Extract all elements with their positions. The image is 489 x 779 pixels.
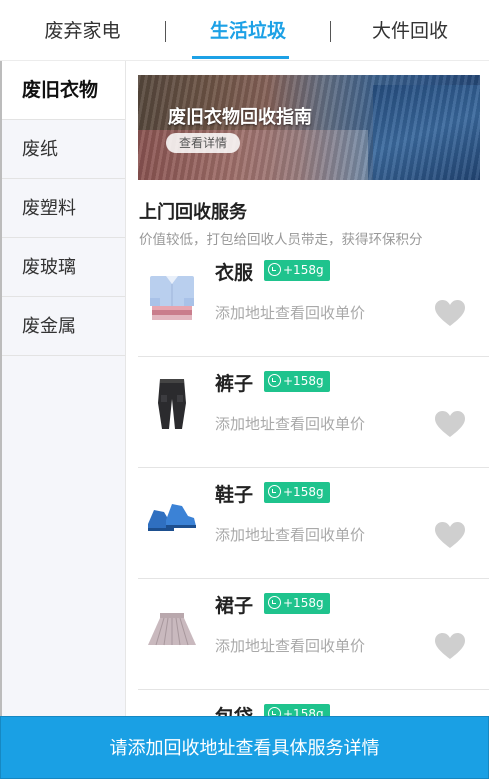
sidebar-item-plastic[interactable]: 废塑料 [0,179,125,238]
item-name: 衣服 [215,262,254,284]
price-hint: 添加地址查看回收单价 [215,415,366,433]
item-name: 鞋子 [215,484,254,506]
category-tabs: 废弃家电 生活垃圾 大件回收 [0,0,489,61]
sidebar: 废旧衣物 废纸 废塑料 废玻璃 废金属 [0,61,126,779]
list-item[interactable]: 裙子 +158g 添加地址查看回收单价 [138,579,489,690]
tab-appliances[interactable]: 废弃家电 [0,0,165,61]
section-title: 上门回收服务 [139,202,247,223]
add-address-button[interactable]: 请添加回收地址查看具体服务详情 [0,716,489,779]
points-badge: +158g [264,593,330,614]
sidebar-item-metal[interactable]: 废金属 [0,297,125,356]
tab-bulky-items[interactable]: 大件回收 [331,0,489,61]
active-tab-indicator [192,56,289,59]
tab-household-waste[interactable]: 生活垃圾 [166,0,330,61]
list-item[interactable]: 鞋子 +158g 添加地址查看回收单价 [138,468,489,579]
price-hint: 添加地址查看回收单价 [215,304,366,322]
pants-icon [158,379,186,429]
view-details-button[interactable]: 查看详情 [166,133,240,153]
heart-icon[interactable] [435,522,465,550]
window-edge [0,61,2,779]
eco-points-icon [268,263,281,276]
eco-points-icon [268,374,281,387]
heart-icon[interactable] [435,411,465,439]
price-hint: 添加地址查看回收单价 [215,637,366,655]
eco-points-icon [268,485,281,498]
item-name: 裤子 [215,373,254,395]
section-subtitle: 价值较低，打包给回收人员带走，获得环保积分 [139,232,423,248]
heart-icon[interactable] [435,633,465,661]
points-badge: +158g [264,260,330,281]
shoes-icon [148,504,196,531]
list-item[interactable]: 裤子 +158g 添加地址查看回收单价 [138,357,489,468]
list-item[interactable]: 衣服 +158g 添加地址查看回收单价 [138,246,489,357]
sidebar-item-clothes[interactable]: 废旧衣物 [0,61,125,120]
price-hint: 添加地址查看回收单价 [215,526,366,544]
eco-points-icon [268,596,281,609]
item-name: 裙子 [215,595,254,617]
sidebar-item-glass[interactable]: 废玻璃 [0,238,125,297]
recycling-guide-banner[interactable]: 废旧衣物回收指南 查看详情 [138,75,480,180]
shirt-icon [150,276,194,320]
points-badge: +158g [264,371,330,392]
sidebar-item-paper[interactable]: 废纸 [0,120,125,179]
heart-icon[interactable] [435,300,465,328]
skirt-icon [148,613,196,646]
points-badge: +158g [264,482,330,503]
banner-title: 废旧衣物回收指南 [168,107,312,128]
